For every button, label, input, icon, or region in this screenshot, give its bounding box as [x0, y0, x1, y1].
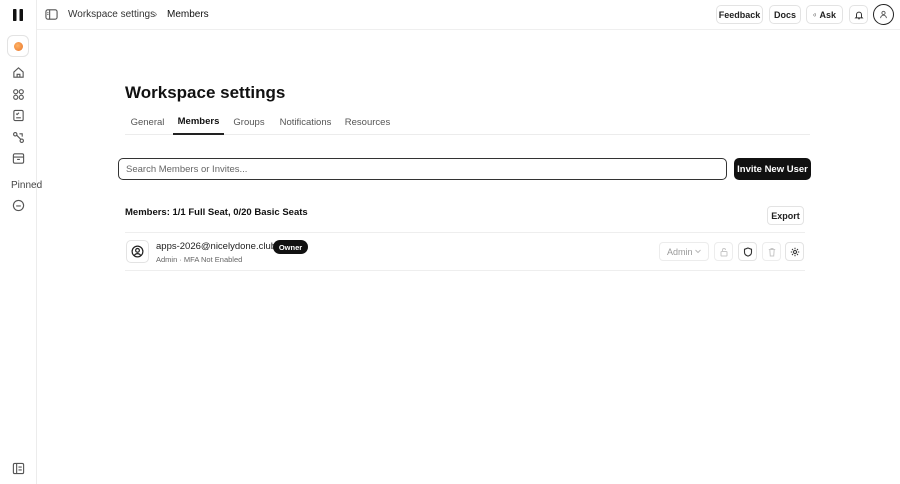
sidebar-item-archive[interactable]	[9, 149, 27, 167]
sidebar-item-tasks[interactable]	[9, 106, 27, 124]
divider	[125, 232, 805, 233]
grid-icon	[12, 88, 24, 100]
role-select-value: Admin	[667, 246, 693, 257]
mfa-shield-button[interactable]	[738, 242, 757, 261]
docs-button[interactable]: Docs	[769, 5, 801, 24]
user-icon	[880, 10, 887, 19]
chevron-right-icon: ›	[154, 9, 158, 20]
sidebar-item-apps[interactable]	[9, 85, 27, 103]
tab-general[interactable]: General	[125, 110, 170, 135]
breadcrumb-current: Members	[167, 9, 209, 20]
gear-icon	[790, 247, 799, 256]
trash-icon	[768, 247, 775, 256]
home-icon	[12, 66, 24, 78]
chevron-down-icon	[695, 249, 701, 254]
divider	[125, 270, 805, 271]
pinned-circle-icon	[12, 199, 24, 211]
tab-members[interactable]: Members	[173, 110, 224, 135]
sidebar-item-workflows[interactable]	[9, 128, 27, 146]
member-avatar	[126, 240, 149, 263]
shield-icon	[743, 246, 752, 257]
owner-badge: Owner	[273, 240, 308, 254]
tab-groups[interactable]: Groups	[228, 110, 270, 135]
sidebar-item-pinned[interactable]	[9, 196, 27, 214]
ask-button[interactable]: Ask	[806, 5, 843, 24]
workspace-icon	[13, 41, 23, 51]
user-avatar[interactable]	[873, 4, 894, 25]
sidebar: Pinned	[0, 0, 42, 484]
members-seat-summary: Members: 1/1 Full Seat, 0/20 Basic Seats	[125, 207, 308, 218]
export-button[interactable]: Export	[767, 206, 804, 225]
user-circle-icon	[131, 245, 144, 258]
tab-notifications[interactable]: Notifications	[274, 110, 337, 135]
notifications-button[interactable]	[849, 5, 868, 24]
docs-button-label: Docs	[774, 9, 797, 20]
search-members-input[interactable]	[118, 158, 727, 180]
settings-tabs: General Members Groups Notifications Res…	[125, 110, 810, 135]
role-select[interactable]: Admin	[659, 242, 709, 261]
app-logo-icon[interactable]	[11, 7, 25, 23]
checklist-icon	[12, 109, 24, 121]
delete-member-button[interactable]	[762, 242, 781, 261]
tab-resources[interactable]: Resources	[341, 110, 394, 135]
feedback-button[interactable]: Feedback	[716, 5, 763, 24]
sidebar-item-home[interactable]	[9, 63, 27, 81]
member-email: apps-2026@nicelydone.club	[156, 241, 277, 252]
sidebar-toggle-icon[interactable]	[45, 8, 58, 21]
pinned-section-label: Pinned	[11, 180, 43, 191]
ask-button-label: Ask	[819, 9, 836, 20]
refresh-icon	[813, 13, 817, 16]
breadcrumb-workspace-settings[interactable]: Workspace settings	[68, 9, 155, 20]
workspace-switcher[interactable]	[7, 35, 29, 57]
invite-new-user-button[interactable]: Invite New User	[734, 158, 811, 180]
panel-icon	[12, 462, 24, 474]
sidebar-item-collapse[interactable]	[9, 459, 27, 477]
feedback-button-label: Feedback	[718, 9, 761, 20]
unlock-button[interactable]	[714, 242, 733, 261]
archive-icon	[12, 152, 24, 164]
member-meta: Admin · MFA Not Enabled	[156, 255, 243, 264]
member-settings-button[interactable]	[785, 242, 804, 261]
route-icon	[12, 131, 24, 143]
page-title: Workspace settings	[125, 83, 286, 102]
bell-icon	[853, 11, 864, 19]
unlock-icon	[720, 247, 727, 256]
top-bar: Workspace settings › Members Feedback Do…	[37, 0, 900, 30]
